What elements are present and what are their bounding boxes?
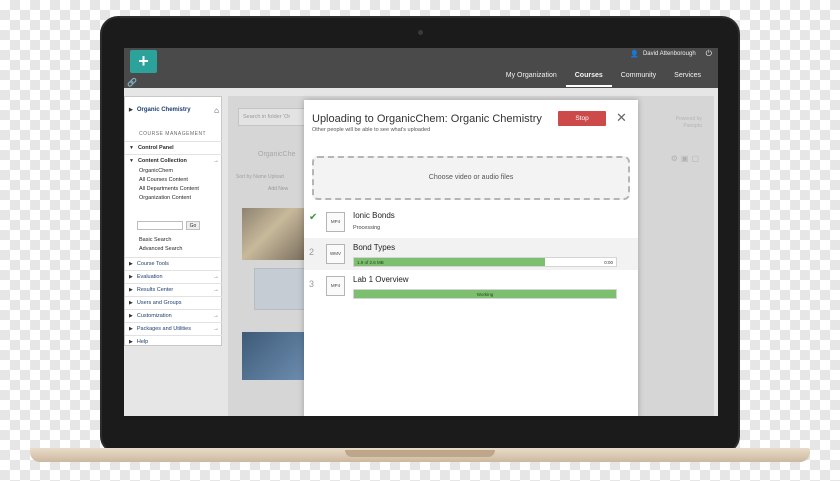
triangle-right-icon: ▶: [129, 107, 133, 113]
menu-label: Packages and Utilities: [136, 326, 191, 332]
link-icon[interactable]: 🔗: [127, 78, 137, 87]
image-icon[interactable]: ▢: [691, 154, 702, 163]
dialog-subtitle: Other people will be able to see what's …: [312, 127, 431, 133]
tab-my-organization[interactable]: My Organization: [497, 70, 566, 87]
triangle-right-icon: ▶: [129, 339, 133, 345]
menu-users-and-groups[interactable]: ▶ Users and Groups: [125, 296, 223, 309]
menu-label: Help: [136, 339, 149, 345]
control-panel-item[interactable]: ▼ Control Panel: [125, 141, 223, 153]
triangle-right-icon: ▶: [129, 313, 133, 319]
triangle-right-icon: ▶: [129, 261, 133, 267]
folder-breadcrumb: OrganicChe: [258, 151, 296, 158]
menu-evaluation[interactable]: ▶ Evaluation →: [125, 270, 223, 283]
file-type-icon: WMV: [326, 244, 345, 264]
screen: + 🔗 👤 David Attenborough ⏻ My Organizati…: [124, 48, 718, 416]
arrow-right-icon: →: [213, 157, 219, 164]
menu-search-input[interactable]: [137, 221, 183, 230]
basic-search-link[interactable]: Basic Search: [139, 237, 171, 243]
power-icon[interactable]: ⏻: [706, 49, 712, 59]
dialog-title: Uploading to OrganicChem: Organic Chemis…: [312, 113, 542, 125]
link-organization-content[interactable]: Organization Content: [139, 195, 191, 201]
user-icon: 👤: [630, 51, 639, 58]
upload-progress-bar: Working: [353, 289, 617, 299]
rss-icon[interactable]: ▣: [681, 154, 692, 163]
tab-courses[interactable]: Courses: [565, 70, 612, 87]
menu-help[interactable]: ▶ Help: [125, 335, 223, 348]
webcam: [418, 30, 423, 35]
menu-customization[interactable]: ▶ Customization →: [125, 309, 223, 322]
file-type-icon: MP4: [326, 276, 345, 296]
content-collection-item[interactable]: ▼ Content Collection →: [125, 154, 223, 166]
arrow-right-icon: →: [213, 326, 219, 332]
progress-time: 0:00: [604, 260, 613, 265]
tab-services[interactable]: Services: [665, 70, 710, 87]
video-thumbnail[interactable]: [242, 208, 304, 260]
menu-packages-and-utilities[interactable]: ▶ Packages and Utilities →: [125, 322, 223, 335]
upload-row: 2 WMV Bond Types 1.9 of 2.6 MB 0:00: [304, 238, 638, 270]
link-all-departments[interactable]: All Departments Content: [139, 186, 199, 192]
triangle-right-icon: ▶: [129, 274, 133, 280]
close-icon[interactable]: ✕: [616, 110, 627, 126]
upload-row: 3 MP4 Lab 1 Overview Working: [304, 270, 638, 302]
upload-progress-bar: 1.9 of 2.6 MB 0:00: [353, 257, 617, 267]
advanced-search-link[interactable]: Advanced Search: [139, 246, 182, 252]
course-management-label: COURSE MANAGEMENT: [139, 131, 207, 137]
upload-status: Processing: [353, 225, 381, 231]
row-number: 2: [309, 247, 315, 257]
triangle-right-icon: ▶: [129, 326, 133, 332]
gear-icon[interactable]: ⚙: [671, 154, 681, 163]
toolbar-icons: ⚙▣▢: [671, 154, 702, 163]
powered-by-label: Powered by Panopto: [675, 116, 702, 129]
main-nav: My Organization Courses Community Servic…: [497, 70, 710, 87]
user-menu[interactable]: 👤 David Attenborough ⏻: [630, 48, 712, 60]
upload-status: Working: [476, 292, 494, 297]
control-panel-label: Control Panel: [137, 144, 174, 151]
course-menu: ▶ Organic Chemistry ⌂ COURSE MANAGEMENT ▼…: [124, 96, 223, 348]
arrow-right-icon: →: [213, 274, 219, 280]
menu-results-center[interactable]: ▶ Results Center →: [125, 283, 223, 296]
plus-icon[interactable]: +: [130, 50, 157, 73]
course-title[interactable]: Organic Chemistry: [137, 107, 191, 113]
video-thumbnail[interactable]: [242, 332, 304, 380]
menu-label: Customization: [136, 313, 172, 319]
link-organicchem[interactable]: OrganicChem: [139, 168, 173, 174]
top-header: + 🔗 👤 David Attenborough ⏻ My Organizati…: [124, 48, 718, 88]
arrow-right-icon: →: [213, 287, 219, 293]
menu-label: Results Center: [136, 287, 174, 293]
user-name[interactable]: David Attenborough: [643, 51, 696, 57]
sort-row: Sort by Name Upload: [236, 174, 284, 180]
menu-label: Users and Groups: [136, 300, 182, 306]
upload-dialog: Uploading to OrganicChem: Organic Chemis…: [304, 100, 638, 416]
triangle-right-icon: ▶: [129, 300, 133, 306]
stop-button[interactable]: Stop: [558, 111, 606, 126]
menu-course-tools[interactable]: ▶ Course Tools: [125, 257, 223, 270]
check-icon: ✔: [309, 212, 318, 223]
upload-file-name: Ionic Bonds: [353, 211, 395, 220]
home-icon[interactable]: ⌂: [214, 106, 219, 115]
link-all-courses[interactable]: All Courses Content: [139, 177, 188, 183]
triangle-right-icon: ▶: [129, 287, 133, 293]
arrow-right-icon: →: [213, 313, 219, 319]
file-type-icon: MP4: [326, 212, 345, 232]
triangle-down-icon: ▼: [129, 157, 134, 164]
tab-community[interactable]: Community: [612, 70, 665, 87]
menu-label: Course Tools: [136, 261, 169, 267]
file-drop-zone[interactable]: Choose video or audio files: [312, 156, 630, 200]
content-collection-label: Content Collection: [137, 157, 187, 164]
upload-row: ✔ MP4 Ionic Bonds Processing: [304, 206, 638, 238]
triangle-down-icon: ▼: [129, 144, 134, 151]
upload-file-name: Bond Types: [353, 243, 396, 252]
video-thumbnail[interactable]: [254, 268, 308, 310]
upload-file-name: Lab 1 Overview: [353, 275, 409, 284]
progress-text: 1.9 of 2.6 MB: [357, 260, 384, 265]
course-title-row[interactable]: ▶ Organic Chemistry ⌂: [129, 104, 219, 116]
go-button[interactable]: Go: [186, 221, 200, 230]
menu-label: Evaluation: [136, 274, 163, 280]
laptop-notch: [345, 450, 495, 457]
row-number: 3: [309, 279, 315, 289]
add-new-button[interactable]: Add New: [268, 186, 288, 192]
